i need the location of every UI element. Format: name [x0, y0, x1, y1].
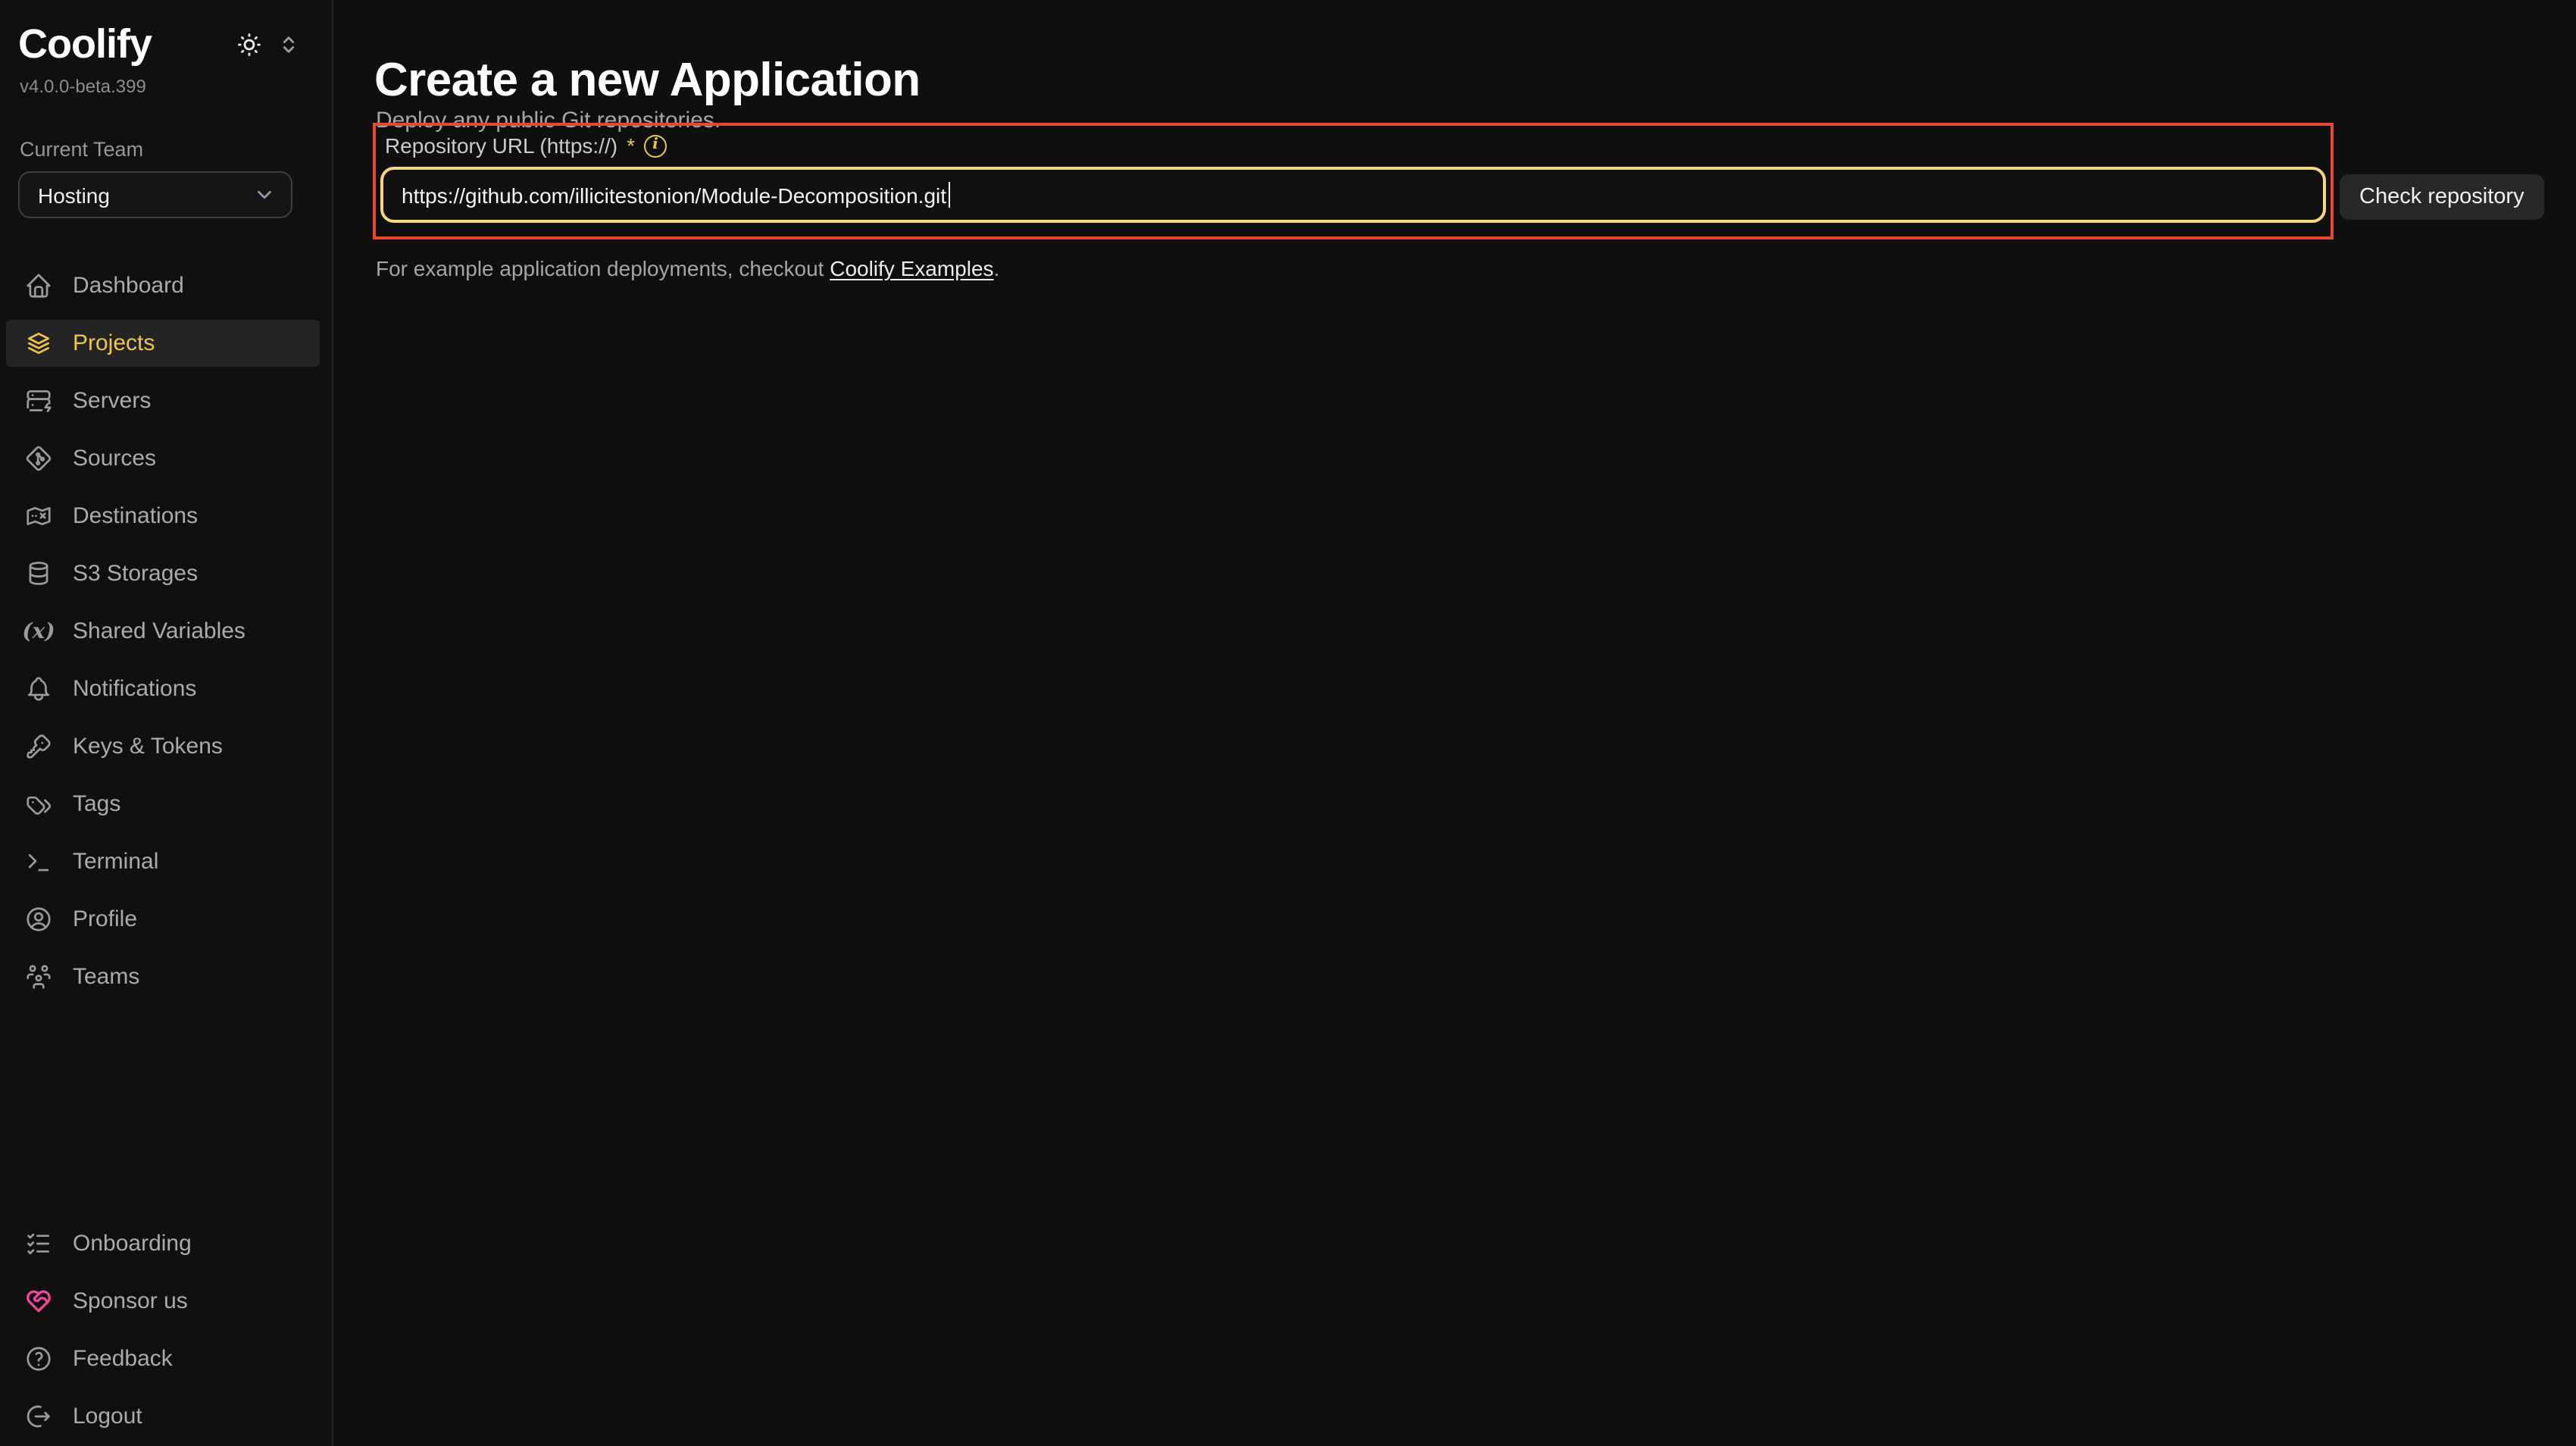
tags-icon [24, 790, 53, 818]
info-icon[interactable]: i [644, 134, 667, 157]
sidebar-item-label: Projects [73, 332, 155, 355]
sidebar-item-projects[interactable]: Projects [6, 320, 320, 367]
repository-url-value: https://github.com/illicitestonion/Modul… [402, 183, 946, 207]
sidebar-item-label: Logout [73, 1405, 142, 1428]
page-subtitle: Deploy any public Git repositories. [376, 108, 721, 133]
logout-icon [24, 1402, 53, 1431]
map-icon [24, 502, 53, 531]
sidebar-item-logout[interactable]: Logout [6, 1393, 320, 1440]
theme-toggle-sun-icon[interactable] [236, 32, 262, 58]
chevrons-up-down-icon[interactable] [276, 32, 302, 58]
sidebar-item-teams[interactable]: Teams [6, 953, 320, 1000]
sidebar-item-terminal[interactable]: Terminal [6, 838, 320, 885]
terminal-icon [24, 847, 53, 876]
bell-icon [24, 674, 53, 703]
sidebar-item-servers[interactable]: Servers [6, 377, 320, 424]
sidebar-item-label: Destinations [73, 505, 198, 527]
sidebar-item-feedback[interactable]: Feedback [6, 1335, 320, 1382]
sidebar-item-label: Sources [73, 447, 156, 470]
sidebar-item-keys-tokens[interactable]: Keys & Tokens [6, 723, 320, 770]
sidebar-item-dashboard[interactable]: Dashboard [6, 262, 320, 309]
sidebar-item-notifications[interactable]: Notifications [6, 665, 320, 712]
sidebar-item-s3-storages[interactable]: S3 Storages [6, 550, 320, 597]
team-select-value: Hosting [38, 183, 110, 207]
heart-handshake-icon [24, 1287, 53, 1316]
sidebar-item-destinations[interactable]: Destinations [6, 493, 320, 540]
sidebar-item-sources[interactable]: Sources [6, 435, 320, 482]
stack-icon [24, 329, 53, 358]
current-team-label: Current Team [20, 138, 143, 161]
sidebar-item-label: Dashboard [73, 274, 184, 297]
sidebar-nav: Dashboard Projects Servers Sources Destinati… [0, 262, 332, 1000]
sidebar-item-label: Tags [73, 793, 120, 815]
sidebar-item-label: Feedback [73, 1347, 173, 1370]
git-icon [24, 444, 53, 473]
team-select[interactable]: Hosting [18, 171, 292, 218]
main-content: Create a new Application Deploy any publ… [333, 0, 2576, 1446]
coolify-examples-link[interactable]: Coolify Examples [830, 256, 993, 280]
sidebar-item-label: Sponsor us [73, 1290, 188, 1313]
sidebar-item-tags[interactable]: Tags [6, 781, 320, 828]
database-icon [24, 559, 53, 588]
repository-url-input[interactable]: https://github.com/illicitestonion/Modul… [380, 167, 2326, 223]
sidebar-item-shared-variables[interactable]: (x) Shared Variables [6, 608, 320, 655]
sidebar-item-label: Notifications [73, 678, 196, 700]
sidebar-item-sponsor-us[interactable]: Sponsor us [6, 1278, 320, 1325]
sidebar-item-label: S3 Storages [73, 562, 198, 585]
sidebar-item-label: Servers [73, 390, 151, 412]
sidebar-item-label: Shared Variables [73, 620, 245, 643]
helper-text: For example application deployments, che… [376, 256, 999, 280]
sidebar-item-label: Onboarding [73, 1232, 192, 1255]
sidebar: Coolify v4.0.0-beta.399 Current Team Hos… [0, 0, 333, 1446]
key-icon [24, 732, 53, 761]
users-icon [24, 962, 53, 991]
sidebar-item-label: Terminal [73, 850, 158, 873]
variables-icon: (x) [24, 617, 53, 646]
app-version: v4.0.0-beta.399 [20, 76, 146, 97]
required-marker: * [627, 133, 635, 158]
sidebar-footer-nav: Onboarding Sponsor us Feedback Logout [0, 1220, 332, 1440]
page-title: Create a new Application [374, 53, 921, 108]
check-repository-button[interactable]: Check repository [2340, 174, 2544, 220]
app-logo[interactable]: Coolify [18, 24, 152, 65]
sidebar-item-label: Profile [73, 908, 137, 931]
sidebar-item-onboarding[interactable]: Onboarding [6, 1220, 320, 1267]
server-icon [24, 387, 53, 415]
sidebar-item-label: Keys & Tokens [73, 735, 223, 758]
repository-url-label: Repository URL (https://) * i [385, 133, 667, 158]
app-window: Coolify v4.0.0-beta.399 Current Team Hos… [0, 0, 2576, 1446]
sidebar-item-profile[interactable]: Profile [6, 896, 320, 943]
list-check-icon [24, 1229, 53, 1258]
sidebar-item-label: Teams [73, 966, 139, 988]
text-caret [948, 182, 950, 208]
user-circle-icon [24, 905, 53, 934]
help-circle-icon [24, 1344, 53, 1373]
home-icon [24, 271, 53, 300]
chevron-down-icon [253, 183, 276, 206]
